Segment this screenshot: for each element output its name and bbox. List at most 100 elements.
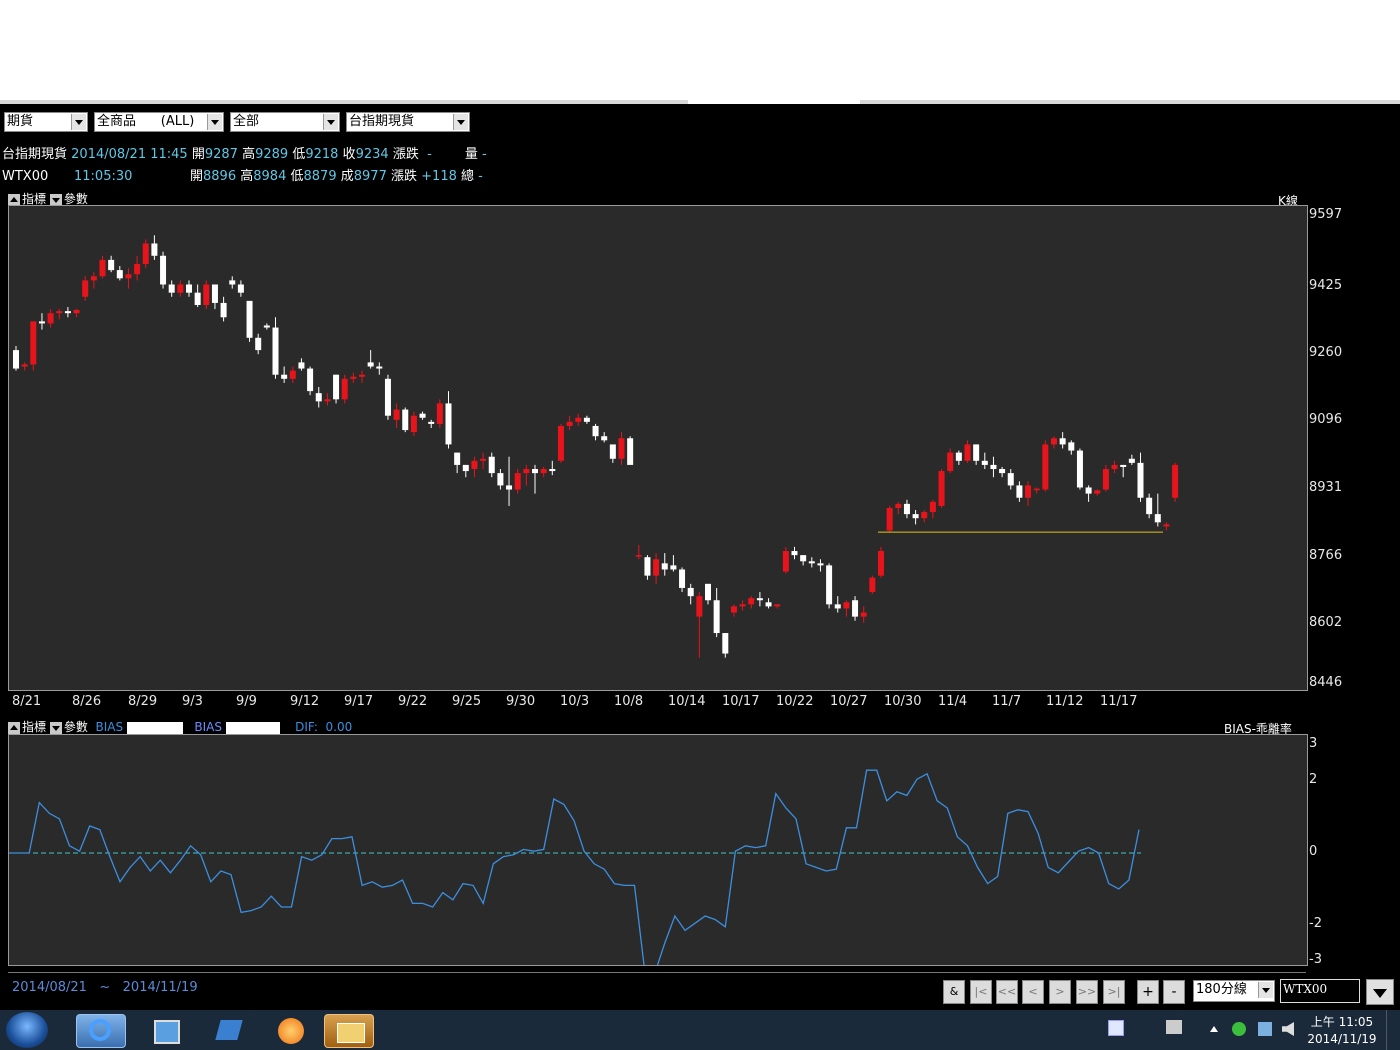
candle bbox=[445, 391, 452, 449]
candle-body bbox=[211, 284, 218, 303]
market-select[interactable]: 期貨 bbox=[4, 112, 88, 132]
first-button[interactable]: |< bbox=[970, 980, 992, 1004]
candle-body bbox=[999, 469, 1006, 474]
date-tick: 8/21 bbox=[12, 694, 42, 709]
orange-app-icon[interactable] bbox=[266, 1014, 314, 1046]
candle-body bbox=[670, 565, 677, 570]
candle bbox=[376, 362, 383, 375]
expand-down-icon[interactable] bbox=[49, 193, 62, 206]
symbol-input[interactable]: WTX00 bbox=[1280, 979, 1360, 1003]
chevron-down-icon[interactable] bbox=[453, 114, 468, 130]
candle-body bbox=[289, 370, 296, 379]
candle bbox=[203, 280, 210, 310]
candle-body bbox=[298, 362, 305, 369]
collapse-up-icon[interactable] bbox=[8, 193, 20, 206]
ie-icon[interactable] bbox=[76, 1014, 126, 1048]
product-select[interactable]: 全商品 (ALL) bbox=[94, 112, 224, 132]
zoom-in-button[interactable]: + bbox=[1137, 980, 1159, 1004]
candle-body bbox=[454, 452, 461, 465]
candle-body bbox=[826, 565, 833, 605]
parameter-button[interactable]: 參數 bbox=[64, 192, 88, 206]
candle-body bbox=[618, 438, 625, 459]
last-label: 成 bbox=[340, 169, 354, 184]
chevron-down-icon[interactable] bbox=[1258, 982, 1273, 998]
link-button[interactable]: & bbox=[943, 980, 965, 1004]
market-select-value: 期貨 bbox=[7, 114, 34, 129]
candle bbox=[367, 350, 374, 369]
candle-body bbox=[938, 471, 945, 506]
candle bbox=[929, 499, 936, 519]
candle-body bbox=[350, 376, 357, 379]
last-button[interactable]: >| bbox=[1103, 980, 1125, 1004]
language-icon[interactable] bbox=[1108, 1020, 1124, 1036]
show-desktop-button[interactable] bbox=[1386, 1010, 1400, 1050]
chevron-down-icon[interactable] bbox=[323, 114, 338, 130]
clock[interactable]: 上午 11:05 2014/11/19 bbox=[1300, 1014, 1384, 1048]
candle bbox=[1154, 493, 1161, 527]
candle-body bbox=[895, 503, 902, 508]
candle bbox=[1085, 485, 1092, 502]
start-button-icon[interactable] bbox=[6, 1012, 48, 1048]
candle-body bbox=[1085, 487, 1092, 494]
media-player-icon[interactable] bbox=[140, 1014, 188, 1046]
candle bbox=[808, 557, 815, 568]
candle bbox=[281, 366, 288, 383]
candlestick-panel[interactable] bbox=[8, 205, 1308, 691]
candle-body bbox=[445, 403, 452, 445]
network-icon[interactable] bbox=[1258, 1022, 1272, 1036]
candle bbox=[289, 366, 296, 383]
bias-chart[interactable] bbox=[9, 735, 1307, 975]
total-label: 總 bbox=[461, 169, 475, 184]
category-select[interactable]: 全部 bbox=[230, 112, 340, 132]
dropdown-button[interactable] bbox=[1366, 979, 1394, 1005]
candle bbox=[13, 345, 19, 371]
next-button[interactable]: > bbox=[1049, 980, 1071, 1004]
candle-body bbox=[981, 460, 988, 465]
date-range: 2014/08/21 ~ 2014/11/19 bbox=[12, 980, 198, 995]
candle bbox=[160, 251, 167, 289]
indicator-button[interactable]: 指標 bbox=[22, 720, 46, 734]
collapse-up-icon[interactable] bbox=[8, 721, 20, 734]
tray-expand-icon[interactable] bbox=[1210, 1026, 1218, 1032]
volume-label: 量 bbox=[464, 147, 478, 162]
candle-body bbox=[730, 606, 737, 613]
candle-body bbox=[30, 321, 37, 365]
total-value: - bbox=[478, 169, 483, 184]
prev-button[interactable]: < bbox=[1022, 980, 1044, 1004]
candle-body bbox=[1094, 490, 1101, 494]
chevron-down-icon[interactable] bbox=[71, 114, 86, 130]
candle bbox=[1025, 481, 1032, 506]
volume-icon[interactable] bbox=[1282, 1022, 1294, 1036]
candle-body bbox=[419, 413, 426, 418]
prev-page-button[interactable]: << bbox=[996, 980, 1018, 1004]
candle bbox=[480, 452, 487, 470]
chevron-down-icon[interactable] bbox=[207, 114, 222, 130]
candle-body bbox=[748, 598, 755, 605]
candle bbox=[246, 300, 253, 342]
candle bbox=[817, 559, 824, 572]
candle bbox=[1128, 454, 1135, 465]
candle-body bbox=[566, 421, 573, 426]
candle bbox=[765, 598, 772, 609]
keyboard-icon[interactable] bbox=[1166, 1020, 1182, 1034]
parameter-button[interactable]: 參數 bbox=[64, 720, 88, 734]
candle-body bbox=[229, 280, 236, 285]
chat-icon[interactable] bbox=[1232, 1022, 1246, 1036]
app-icon[interactable] bbox=[204, 1014, 252, 1046]
symbol-select[interactable]: 台指期現貨 bbox=[346, 112, 470, 132]
candle-body bbox=[878, 551, 884, 576]
candle bbox=[47, 309, 54, 328]
trading-app-icon[interactable] bbox=[324, 1014, 374, 1048]
candle-body bbox=[462, 464, 469, 472]
candlestick-chart[interactable] bbox=[9, 206, 1307, 690]
high-value: 9289 bbox=[255, 147, 289, 162]
zoom-out-button[interactable]: - bbox=[1163, 980, 1185, 1004]
open-label: 開 bbox=[190, 169, 204, 184]
close-label: 收 bbox=[342, 147, 356, 162]
period-select[interactable]: 180分線 bbox=[1193, 980, 1275, 1002]
indicator-button[interactable]: 指標 bbox=[22, 192, 46, 206]
bias-panel[interactable] bbox=[8, 734, 1308, 975]
candle-body bbox=[1128, 458, 1135, 463]
expand-down-icon[interactable] bbox=[49, 721, 62, 734]
next-page-button[interactable]: >> bbox=[1076, 980, 1098, 1004]
